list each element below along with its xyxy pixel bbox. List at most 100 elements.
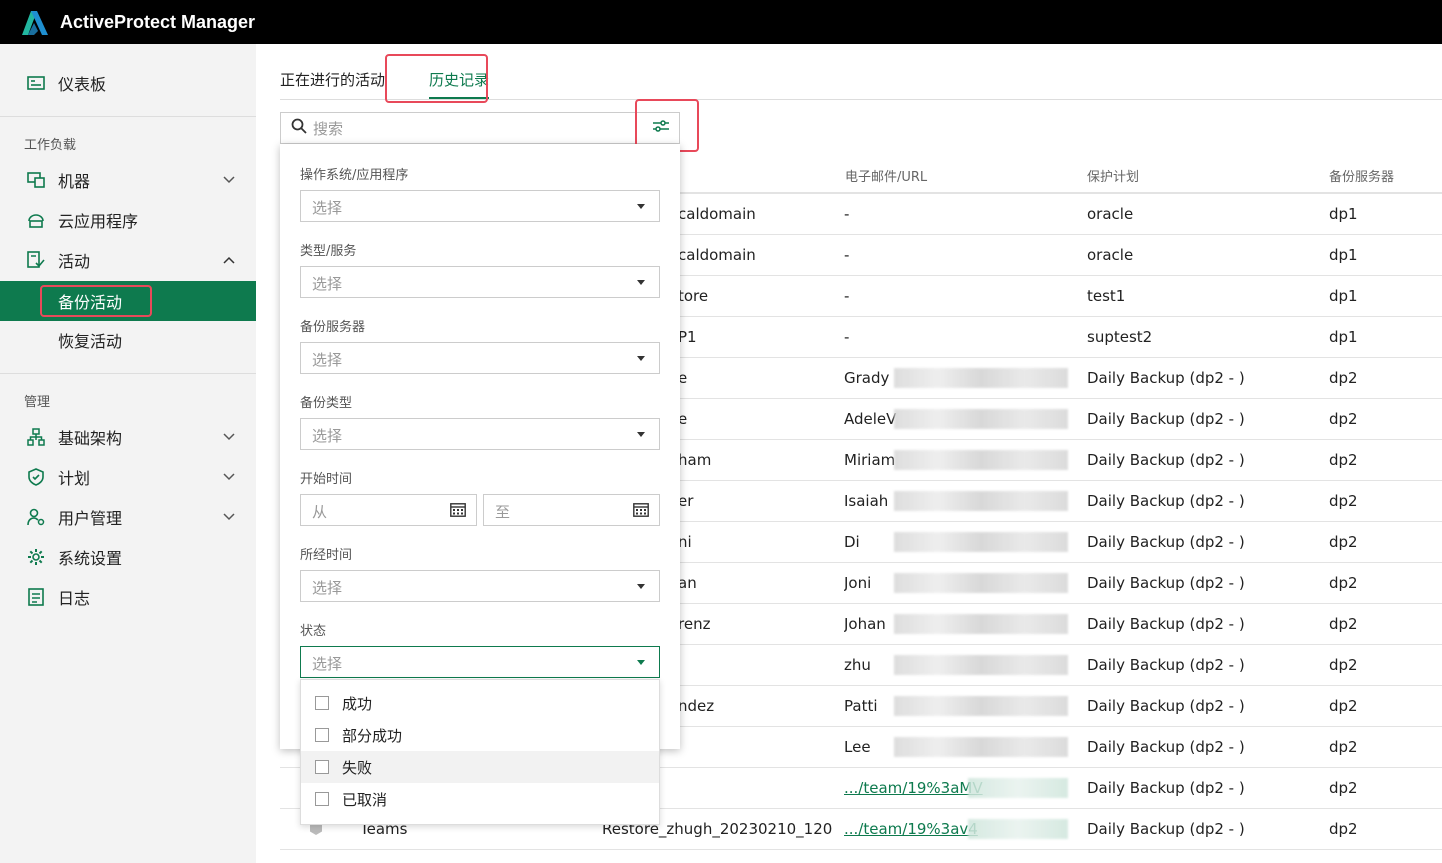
caret-down-icon — [637, 584, 645, 589]
dashboard-icon — [26, 73, 46, 93]
divider — [0, 116, 256, 117]
sidebar-item-user-management[interactable]: 用户管理 — [0, 497, 256, 537]
checkbox[interactable] — [315, 696, 329, 710]
sidebar-item-logs[interactable]: 日志 — [0, 577, 256, 617]
cell-plan: Daily Backup (dp2 - ) — [1087, 410, 1245, 428]
status-option-failed[interactable]: 失败 — [301, 751, 659, 783]
sidebar-item-label: 日志 — [58, 589, 91, 608]
status-select[interactable]: 选择 — [300, 646, 660, 678]
cell-plan: Daily Backup (dp2 - ) — [1087, 574, 1245, 592]
cell-server: dp2 — [1329, 656, 1358, 674]
redacted-text — [894, 696, 1068, 716]
sidebar-item-system-settings[interactable]: 系统设置 — [0, 537, 256, 577]
select-placeholder: 选择 — [312, 351, 343, 369]
cell-email: - — [844, 205, 850, 223]
redacted-text — [894, 409, 1068, 429]
server-select[interactable]: 选择 — [300, 342, 660, 374]
filter-label-duration: 所经时间 — [300, 548, 353, 563]
cell-server: dp1 — [1329, 287, 1358, 305]
sidebar-item-label: 用户管理 — [58, 509, 123, 528]
chevron-up-icon — [222, 252, 236, 266]
column-header-server[interactable]: 备份服务器 — [1329, 166, 1394, 185]
backup-type-select[interactable]: 选择 — [300, 418, 660, 450]
cell-name: er — [678, 492, 694, 510]
date-placeholder: 从 — [312, 503, 328, 521]
cell-plan: Daily Backup (dp2 - ) — [1087, 369, 1245, 387]
os-select[interactable]: 选择 — [300, 190, 660, 222]
cell-plan: Daily Backup (dp2 - ) — [1087, 492, 1245, 510]
duration-select[interactable]: 选择 — [300, 570, 660, 602]
checkbox[interactable] — [315, 728, 329, 742]
search-placeholder: 搜索 — [313, 119, 344, 138]
sidebar-item-restore-activity[interactable]: 恢复活动 — [0, 320, 256, 360]
cell-server: dp2 — [1329, 779, 1358, 797]
sidebar-item-machines[interactable]: 机器 — [0, 160, 256, 200]
shield-icon — [26, 467, 46, 487]
status-dropdown: 成功 部分成功 失败 已取消 — [300, 679, 660, 825]
start-date-to-field[interactable]: 至 — [483, 494, 660, 526]
option-label: 部分成功 — [342, 726, 403, 745]
sidebar-item-activity[interactable]: 活动 — [0, 240, 256, 280]
redacted-text — [894, 368, 1068, 388]
cell-server: dp2 — [1329, 451, 1358, 469]
divider — [0, 373, 256, 374]
sidebar-item-plans[interactable]: 计划 — [0, 457, 256, 497]
highlight-box — [40, 285, 152, 317]
cell-plan: oracle — [1087, 205, 1134, 223]
cell-name: e — [678, 410, 688, 428]
redacted-text — [894, 614, 1068, 634]
checkbox[interactable] — [315, 792, 329, 806]
cell-plan: Daily Backup (dp2 - ) — [1087, 533, 1245, 551]
type-select[interactable]: 选择 — [300, 266, 660, 298]
redacted-text — [894, 573, 1068, 593]
sidebar-item-label: 恢复活动 — [58, 332, 123, 351]
option-label: 成功 — [342, 694, 373, 713]
filter-label-type: 类型/服务 — [300, 244, 357, 259]
section-manage: 管理 — [24, 395, 51, 410]
redacted-text — [968, 778, 1068, 798]
sidebar-item-label: 系统设置 — [58, 549, 123, 568]
calendar-icon[interactable] — [450, 503, 466, 521]
start-date-from-field[interactable]: 从 — [300, 494, 477, 526]
sidebar-item-cloud-apps[interactable]: 云应用程序 — [0, 200, 256, 240]
app-logo-icon — [20, 9, 50, 35]
tab-ongoing[interactable]: 正在进行的活动 — [280, 69, 385, 90]
calendar-icon[interactable] — [633, 503, 649, 521]
cell-server: dp2 — [1329, 820, 1358, 838]
status-option-success[interactable]: 成功 — [301, 687, 659, 719]
machine-icon — [26, 170, 46, 190]
status-option-cancelled[interactable]: 已取消 — [301, 783, 659, 815]
cell-server: dp1 — [1329, 205, 1358, 223]
select-placeholder: 选择 — [312, 427, 343, 445]
cell-name: renz — [678, 615, 711, 633]
cell-plan: Daily Backup (dp2 - ) — [1087, 656, 1245, 674]
cell-server: dp1 — [1329, 246, 1358, 264]
filter-label-os: 操作系统/应用程序 — [300, 168, 409, 183]
cell-plan: Daily Backup (dp2 - ) — [1087, 820, 1245, 838]
sidebar-item-infrastructure[interactable]: 基础架构 — [0, 417, 256, 457]
cloud-app-icon — [26, 210, 46, 230]
cell-server: dp2 — [1329, 697, 1358, 715]
redacted-text — [894, 655, 1068, 675]
cell-server: dp2 — [1329, 410, 1358, 428]
column-header-plan[interactable]: 保护计划 — [1087, 166, 1139, 185]
redacted-text — [894, 491, 1068, 511]
cell-server: dp2 — [1329, 574, 1358, 592]
sidebar-item-label: 云应用程序 — [58, 212, 139, 231]
sidebar-item-label: 计划 — [58, 469, 91, 488]
cell-plan: oracle — [1087, 246, 1134, 264]
cell-email: - — [844, 287, 850, 305]
cell-name: caldomain — [678, 205, 756, 223]
column-header-email[interactable]: 电子邮件/URL — [845, 166, 927, 185]
chevron-down-icon — [222, 172, 236, 186]
section-workload: 工作负载 — [24, 138, 77, 153]
cell-plan: Daily Backup (dp2 - ) — [1087, 697, 1245, 715]
checkbox[interactable] — [315, 760, 329, 774]
search-input[interactable]: 搜索 — [280, 112, 680, 144]
select-placeholder: 选择 — [312, 275, 343, 293]
cell-email: - — [844, 328, 850, 346]
sidebar-item-dashboard[interactable]: 仪表板 — [0, 63, 256, 103]
cell-plan: Daily Backup (dp2 - ) — [1087, 451, 1245, 469]
status-option-partial[interactable]: 部分成功 — [301, 719, 659, 751]
filter-panel: 操作系统/应用程序 选择 类型/服务 选择 备份服务器 选择 备份类型 选择 开… — [280, 144, 680, 749]
